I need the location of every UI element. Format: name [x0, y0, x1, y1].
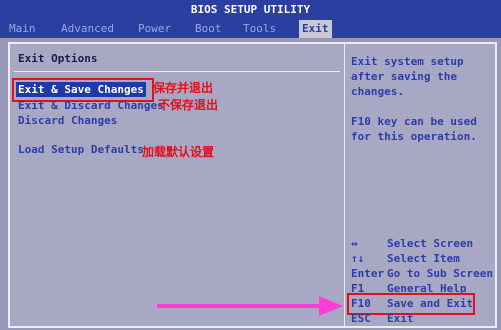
esc-key: ESC	[351, 312, 371, 325]
option-load-defaults[interactable]: Load Setup Defaults	[16, 142, 146, 157]
annotation-load-defaults: 加载默认设置	[142, 145, 215, 159]
up-down-arrow-key: ↑↓	[351, 252, 365, 265]
arrow-head	[319, 296, 343, 316]
help-line-blank	[351, 99, 477, 114]
key-esc: ESC Exit	[351, 311, 414, 326]
menu-main[interactable]: Main	[6, 20, 39, 38]
help-line: for this operation.	[351, 130, 477, 143]
key-select-screen: ↔ Select Screen	[351, 236, 473, 251]
section-divider	[14, 71, 340, 72]
exit-options-panel: Exit Options Exit & Save Changes 保存并退出 E…	[8, 42, 346, 328]
key-desc: Go to Sub Screen	[387, 267, 493, 280]
enter-key: Enter	[351, 267, 385, 280]
pointer-arrow-icon	[157, 296, 343, 316]
annotation-discard-exit: 不保存退出	[158, 98, 219, 112]
annotation-save-exit: 保存并退出	[153, 81, 214, 95]
option-exit-discard[interactable]: Exit & Discard Changes	[16, 98, 166, 113]
option-discard-changes[interactable]: Discard Changes	[16, 113, 119, 128]
help-line: F10 key can be used	[351, 115, 477, 128]
left-right-arrow-key: ↔	[351, 237, 358, 250]
help-line: changes.	[351, 85, 404, 98]
help-panel: Exit system setup after saving the chang…	[344, 42, 497, 328]
menu-bar: Main Advanced Power Boot Tools Exit	[0, 20, 501, 38]
exit-options-heading: Exit Options	[18, 52, 98, 65]
key-desc: Select Screen	[387, 237, 474, 250]
help-line: Exit system setup	[351, 55, 464, 68]
key-enter: Enter Go to Sub Screen	[351, 266, 493, 281]
help-line: after saving the	[351, 70, 457, 83]
menu-boot[interactable]: Boot	[192, 20, 225, 38]
bios-screen: BIOS SETUP UTILITY Main Advanced Power B…	[0, 0, 501, 330]
menu-power[interactable]: Power	[135, 20, 174, 38]
help-text: Exit system setup after saving the chang…	[351, 54, 477, 144]
menu-exit[interactable]: Exit	[299, 20, 332, 38]
bios-title: BIOS SETUP UTILITY	[0, 0, 501, 20]
key-desc: Select Item	[387, 252, 460, 265]
key-select-item: ↑↓ Select Item	[351, 251, 460, 266]
key-desc: Exit	[387, 312, 414, 325]
menu-advanced[interactable]: Advanced	[58, 20, 117, 38]
menu-tools[interactable]: Tools	[240, 20, 279, 38]
